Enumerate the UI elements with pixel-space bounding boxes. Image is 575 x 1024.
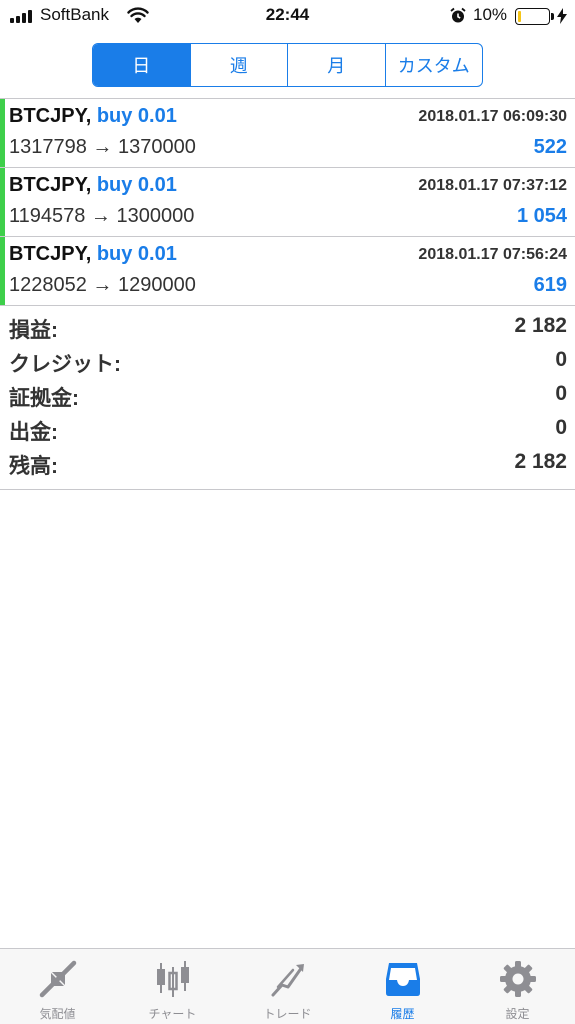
buy-indicator <box>0 237 5 305</box>
battery-level <box>518 11 521 22</box>
tab-chart[interactable]: チャート <box>115 949 230 1024</box>
trade-datetime: 2018.01.17 07:56:24 <box>418 246 567 263</box>
summary-label: クレジット: <box>9 353 121 376</box>
buy-indicator <box>0 99 5 167</box>
summary-profit-row: 損益: 2 182 <box>0 310 575 344</box>
summary-balance-row: 残高: 2 182 <box>0 446 575 480</box>
summary-withdrawal-row: 出金: 0 <box>0 412 575 446</box>
period-selector: 日 週 月 カスタム <box>92 43 483 87</box>
summary-label: 残高: <box>9 455 58 478</box>
tab-day[interactable]: 日 <box>93 44 191 86</box>
tab-label: 気配値 <box>39 1007 76 1021</box>
tab-history[interactable]: 履歴 <box>345 949 460 1024</box>
trade-symbol: BTCJPY, buy 0.01 <box>9 105 177 127</box>
trade-symbol: BTCJPY, buy 0.01 <box>9 243 177 265</box>
trade-profit: 522 <box>533 136 567 158</box>
trade-side: buy 0.01 <box>96 174 177 196</box>
summary-value: 0 <box>555 382 567 405</box>
bottom-tab-bar: 気配値 チャート トレード 履歴 設定 <box>0 948 575 1024</box>
summary-label: 証拠金: <box>9 387 79 410</box>
trade-row[interactable]: BTCJPY, buy 0.01 2018.01.17 07:37:12 119… <box>0 168 575 237</box>
summary-margin-row: 証拠金: 0 <box>0 378 575 412</box>
chart-icon <box>156 961 189 997</box>
battery-icon <box>515 8 550 25</box>
tab-quotes[interactable]: 気配値 <box>0 949 115 1024</box>
trade-prices: 1228052 → 1290000 <box>9 274 196 296</box>
trade-datetime: 2018.01.17 06:09:30 <box>418 108 567 125</box>
buy-indicator <box>0 168 5 236</box>
trade-side: buy 0.01 <box>96 243 177 265</box>
alarm-icon <box>450 7 466 23</box>
summary-value: 2 182 <box>514 450 567 473</box>
tab-trade[interactable]: トレード <box>230 949 345 1024</box>
battery-cap <box>551 13 554 20</box>
summary-label: 出金: <box>9 421 58 444</box>
summary-value: 2 182 <box>514 314 567 337</box>
trade-symbol: BTCJPY, buy 0.01 <box>9 174 177 196</box>
charging-icon <box>557 8 567 24</box>
trade-row[interactable]: BTCJPY, buy 0.01 2018.01.17 06:09:30 131… <box>0 99 575 168</box>
trade-prices: 1194578 → 1300000 <box>9 205 195 227</box>
history-icon <box>385 963 420 996</box>
battery-percent: 10% <box>473 5 508 24</box>
trade-prices: 1317798 → 1370000 <box>9 136 196 158</box>
tab-month[interactable]: 月 <box>288 44 386 86</box>
account-summary: 損益: 2 182 クレジット: 0 証拠金: 0 出金: 0 残高: 2 18… <box>0 310 575 480</box>
settings-icon <box>499 961 536 997</box>
trade-side: buy 0.01 <box>96 105 177 127</box>
summary-value: 0 <box>555 416 567 439</box>
tab-label: トレード <box>263 1007 312 1021</box>
trade-row[interactable]: BTCJPY, buy 0.01 2018.01.17 07:56:24 122… <box>0 237 575 306</box>
summary-value: 0 <box>555 348 567 371</box>
summary-label: 損益: <box>9 319 58 342</box>
trade-profit: 619 <box>533 274 567 296</box>
tab-label: チャート <box>148 1007 197 1021</box>
tab-custom[interactable]: カスタム <box>386 44 483 86</box>
tab-label: 設定 <box>505 1007 530 1021</box>
trade-profit: 1 054 <box>516 205 567 227</box>
trade-icon <box>271 964 304 997</box>
divider <box>0 489 575 490</box>
quotes-icon <box>39 960 76 998</box>
summary-credit-row: クレジット: 0 <box>0 344 575 378</box>
tab-label: 履歴 <box>390 1007 415 1021</box>
tab-week[interactable]: 週 <box>191 44 288 86</box>
tab-settings[interactable]: 設定 <box>460 949 575 1024</box>
trade-datetime: 2018.01.17 07:37:12 <box>418 177 567 194</box>
status-bar: SoftBank 22:44 10% <box>0 0 575 34</box>
trade-history-list: BTCJPY, buy 0.01 2018.01.17 06:09:30 131… <box>0 99 575 306</box>
